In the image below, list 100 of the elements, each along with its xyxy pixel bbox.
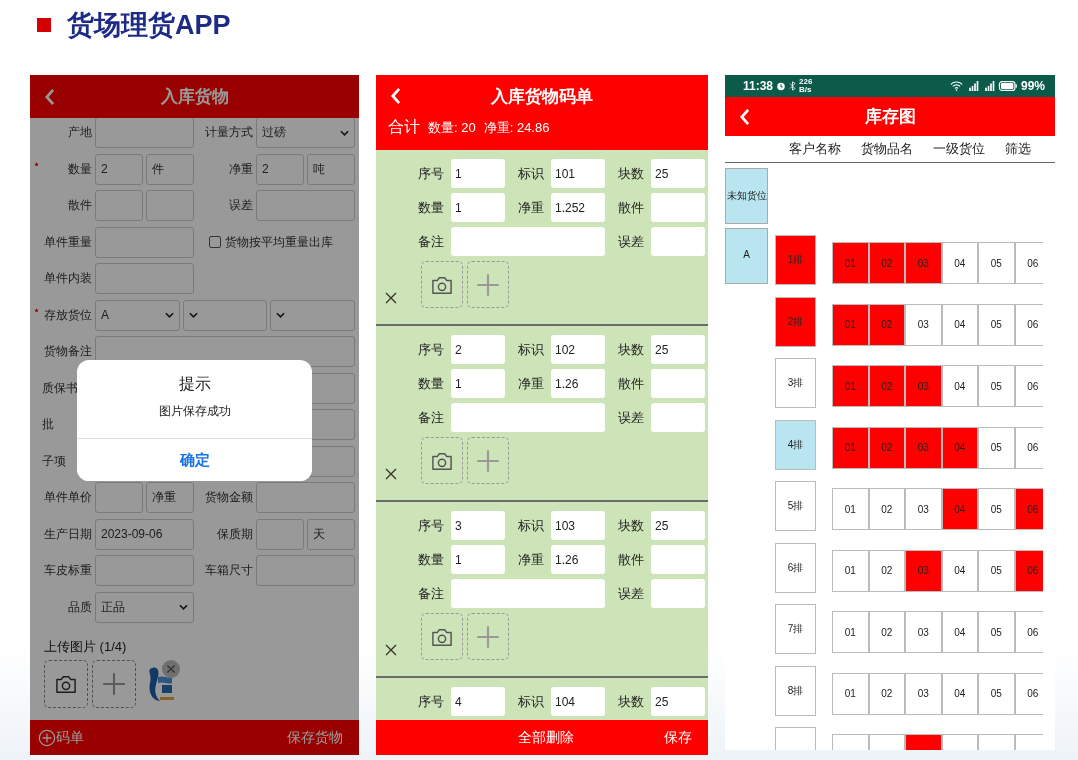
input-field[interactable] bbox=[651, 579, 705, 608]
slot-cell[interactable]: 05 bbox=[978, 611, 1015, 653]
input-field[interactable]: 102 bbox=[551, 335, 605, 364]
slot-cell[interactable]: 05 bbox=[978, 549, 1015, 592]
slot-cell[interactable]: 02 bbox=[868, 672, 905, 715]
input-field[interactable]: 吨 bbox=[307, 153, 355, 185]
row-button[interactable]: 5排 bbox=[775, 481, 816, 531]
row-button[interactable]: 4排 bbox=[775, 419, 816, 470]
add-circle-icon[interactable] bbox=[38, 728, 56, 747]
delete-icon[interactable] bbox=[385, 644, 397, 656]
zone-button[interactable]: A bbox=[725, 228, 768, 284]
save-button[interactable]: 保存 bbox=[664, 728, 692, 747]
input-field[interactable] bbox=[651, 193, 705, 222]
input-field[interactable]: 2 bbox=[256, 153, 304, 185]
slot-cell[interactable]: 06 bbox=[1014, 549, 1043, 592]
back-icon[interactable] bbox=[739, 107, 750, 126]
slot-cell[interactable]: 03 bbox=[905, 549, 942, 592]
filter-tab[interactable]: 筛选 bbox=[1005, 140, 1031, 158]
input-field[interactable] bbox=[146, 190, 194, 221]
input-field[interactable]: 净重 bbox=[146, 482, 194, 513]
camera-button[interactable] bbox=[421, 613, 463, 660]
input-field[interactable] bbox=[256, 555, 355, 586]
delete-icon[interactable] bbox=[385, 292, 397, 304]
input-field[interactable]: 2 bbox=[95, 153, 143, 185]
input-field[interactable]: 天 bbox=[307, 518, 355, 550]
input-field[interactable] bbox=[95, 190, 143, 221]
slot-cell[interactable]: 05 bbox=[978, 365, 1015, 407]
camera-button[interactable] bbox=[421, 261, 463, 308]
slot-cell[interactable]: 02 bbox=[868, 611, 905, 653]
back-icon[interactable] bbox=[390, 87, 401, 105]
slot-cell[interactable]: 04 bbox=[941, 242, 978, 284]
slot-cell[interactable]: 04 bbox=[941, 611, 978, 653]
input-field[interactable] bbox=[95, 117, 194, 148]
delete-icon[interactable] bbox=[385, 468, 397, 480]
input-field[interactable] bbox=[256, 482, 355, 513]
select-field[interactable] bbox=[182, 299, 268, 331]
slot-cell[interactable]: 03 bbox=[905, 672, 942, 715]
input-field[interactable]: 1.252 bbox=[551, 193, 605, 222]
input-field[interactable] bbox=[95, 226, 194, 258]
input-field[interactable]: 1.26 bbox=[551, 545, 605, 574]
input-field[interactable]: 1 bbox=[451, 193, 505, 222]
slot-cell[interactable]: 06 bbox=[1014, 611, 1043, 653]
row-button[interactable]: 2排 bbox=[775, 296, 816, 347]
delete-all-button[interactable]: 全部删除 bbox=[518, 728, 574, 747]
input-field[interactable]: 3 bbox=[451, 511, 505, 540]
slot-cell[interactable]: 02 bbox=[868, 303, 905, 346]
slot-cell[interactable]: 03 bbox=[905, 488, 942, 530]
slot-cell[interactable]: 02 bbox=[868, 426, 905, 469]
slot-cell[interactable]: 06 bbox=[1014, 365, 1043, 407]
slot-cell[interactable]: 03 bbox=[905, 611, 942, 653]
input-field[interactable] bbox=[95, 482, 143, 513]
zone-button[interactable]: 未知货位 bbox=[725, 168, 768, 224]
filter-tab[interactable]: 货物品名 bbox=[861, 140, 913, 158]
slot-cell[interactable]: 03 bbox=[905, 365, 942, 407]
row-button[interactable]: 3排 bbox=[775, 358, 816, 408]
input-field[interactable] bbox=[451, 227, 605, 256]
filter-tab[interactable]: 一级货位 bbox=[933, 140, 985, 158]
row-button[interactable]: 1排 bbox=[775, 235, 816, 285]
slot-cell[interactable]: 04 bbox=[941, 365, 978, 407]
input-field[interactable]: 25 bbox=[651, 687, 705, 716]
input-field[interactable] bbox=[95, 555, 194, 586]
slot-cell[interactable]: 06 bbox=[1014, 242, 1043, 284]
checkbox[interactable] bbox=[209, 236, 221, 248]
slot-cell[interactable]: 06 bbox=[1014, 672, 1043, 715]
input-field[interactable]: 件 bbox=[146, 153, 194, 185]
input-field[interactable]: 1.26 bbox=[551, 369, 605, 398]
select-field[interactable]: 正品 bbox=[95, 591, 194, 623]
input-field[interactable]: 1 bbox=[451, 545, 505, 574]
input-field[interactable]: 101 bbox=[551, 159, 605, 188]
filter-tab[interactable]: 客户名称 bbox=[789, 140, 841, 158]
slot-cell[interactable]: 01 bbox=[832, 611, 869, 653]
slot-cell[interactable]: 03 bbox=[905, 303, 942, 346]
slot-cell[interactable]: 04 bbox=[941, 488, 978, 530]
input-field[interactable] bbox=[651, 403, 705, 432]
slot-cell[interactable]: 01 bbox=[832, 242, 869, 284]
slot-cell[interactable]: 01 bbox=[832, 672, 869, 715]
row-button[interactable]: 7排 bbox=[775, 604, 816, 654]
input-field[interactable] bbox=[256, 190, 355, 221]
slot-cell[interactable]: 05 bbox=[978, 242, 1015, 284]
slot-cell[interactable]: 01 bbox=[832, 549, 869, 592]
slot-cell[interactable]: 01 bbox=[832, 488, 869, 530]
back-icon[interactable] bbox=[44, 87, 55, 106]
input-field[interactable] bbox=[256, 518, 304, 550]
input-field[interactable]: 2023-09-06 bbox=[95, 518, 194, 550]
input-field[interactable]: 4 bbox=[451, 687, 505, 716]
input-field[interactable]: 25 bbox=[651, 335, 705, 364]
slot-cell[interactable]: 02 bbox=[868, 365, 905, 407]
slot-cell[interactable]: 03 bbox=[905, 426, 942, 469]
slot-cell[interactable]: 04 bbox=[941, 426, 978, 469]
input-field[interactable]: 104 bbox=[551, 687, 605, 716]
confirm-button[interactable]: 确定 bbox=[77, 438, 312, 481]
slot-cell[interactable]: 01 bbox=[832, 365, 869, 407]
slot-cell[interactable]: 02 bbox=[868, 488, 905, 530]
input-field[interactable] bbox=[451, 403, 605, 432]
input-field[interactable] bbox=[451, 579, 605, 608]
input-field[interactable] bbox=[651, 545, 705, 574]
slot-cell[interactable]: 05 bbox=[978, 488, 1015, 530]
slot-cell[interactable]: 06 bbox=[1014, 426, 1043, 469]
row-button[interactable]: 8排 bbox=[775, 665, 816, 716]
input-field[interactable]: 25 bbox=[651, 159, 705, 188]
